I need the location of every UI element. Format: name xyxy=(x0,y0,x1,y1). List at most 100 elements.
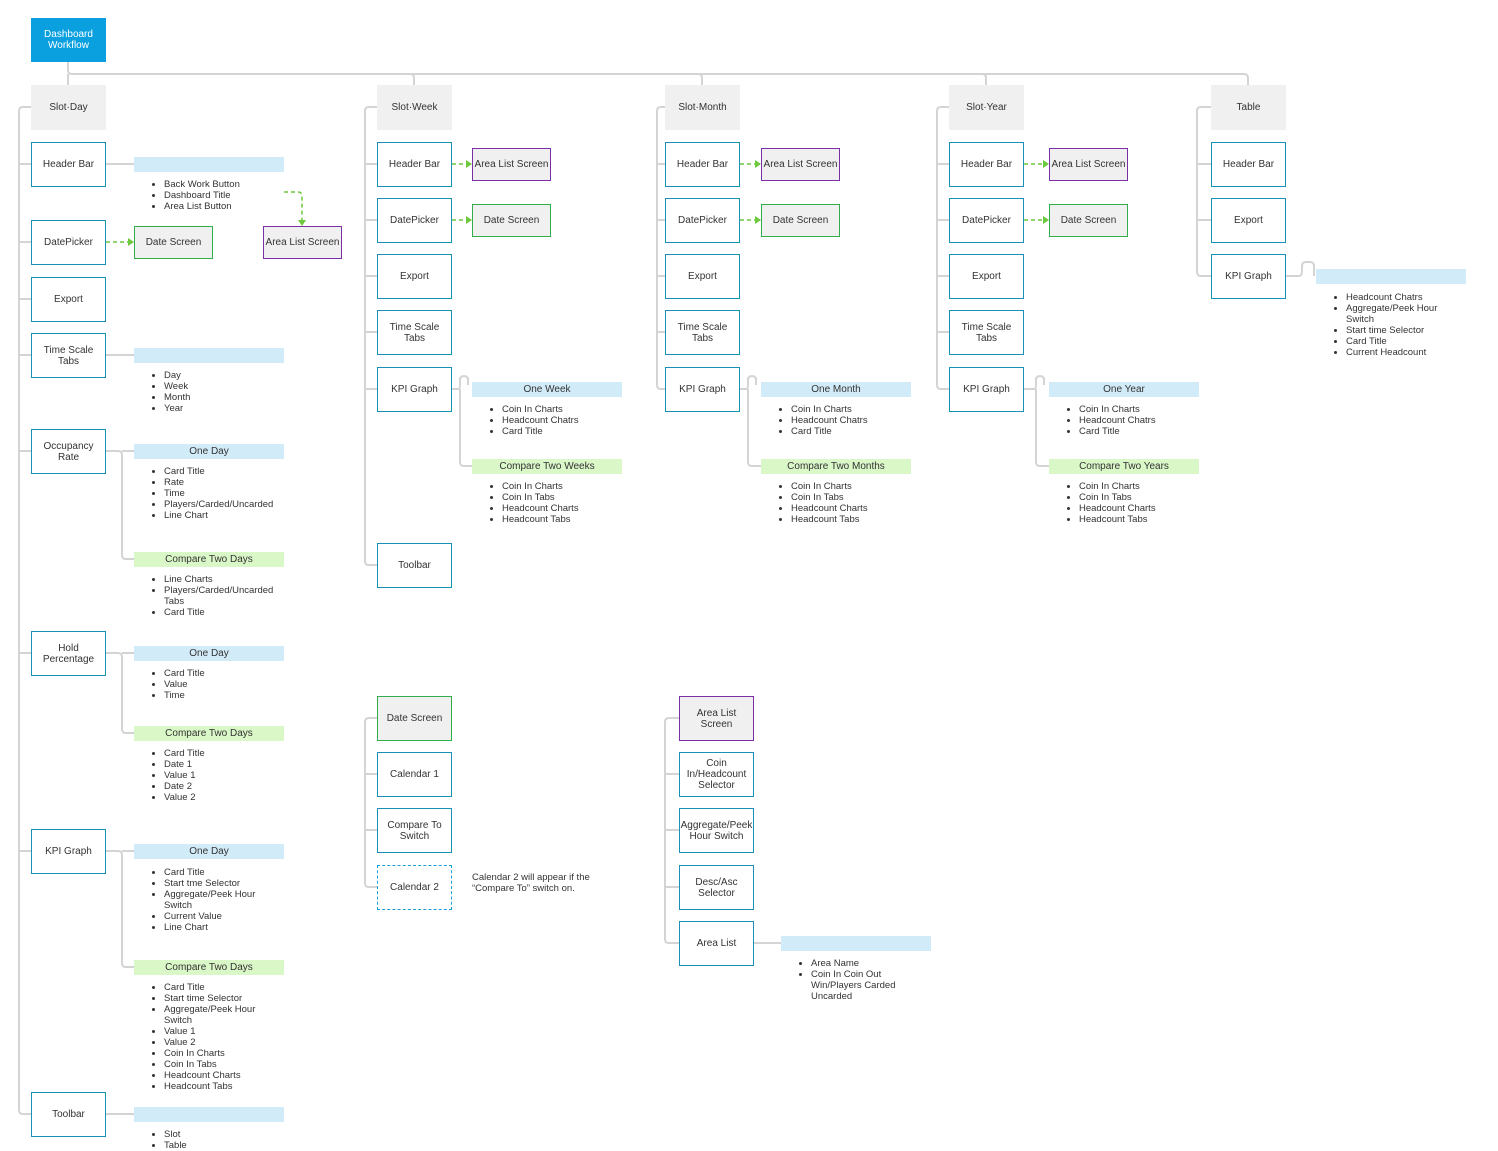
hold-one-day-items: Card Title Value Time xyxy=(134,668,205,701)
slot-day-export[interactable]: Export xyxy=(31,277,106,322)
slot-week-section[interactable]: Slot·Week xyxy=(377,85,452,130)
slot-week-toolbar[interactable]: Toolbar xyxy=(377,543,452,588)
list-item: Headcount Charts xyxy=(791,503,868,514)
area-list-screen-section[interactable]: Area List Screen xyxy=(679,696,754,741)
node-label: Header Bar xyxy=(388,159,441,170)
area-list[interactable]: Area List xyxy=(679,921,754,966)
kpi-one-day-bar: One Day xyxy=(134,844,284,859)
list-item: Date 2 xyxy=(164,781,205,792)
list-item: Headcount Chatrs xyxy=(1346,292,1466,303)
list-item: Value 1 xyxy=(164,1026,284,1037)
area-list-screen-link[interactable]: Area List Screen xyxy=(472,148,551,181)
node-label: DatePicker xyxy=(678,215,727,226)
list-item: Aggregate/Peek Hour Switch xyxy=(1346,303,1466,325)
node-label: Compare To Switch xyxy=(387,819,442,842)
slot-month-time-scale-tabs[interactable]: Time Scale Tabs xyxy=(665,310,740,355)
list-item: Headcount Chatrs xyxy=(791,415,868,426)
slot-week-datepicker[interactable]: DatePicker xyxy=(377,198,452,243)
slot-year-kpi-graph[interactable]: KPI Graph xyxy=(949,367,1024,412)
slot-day-time-scale-tabs[interactable]: Time Scale Tabs xyxy=(31,333,106,378)
date-screen-link[interactable]: Date Screen xyxy=(134,226,213,259)
node-label: Export xyxy=(1234,215,1263,226)
compare-to-switch[interactable]: Compare To Switch xyxy=(377,808,452,853)
calendar-2[interactable]: Calendar 2 xyxy=(377,865,452,910)
list-item: Headcount Charts xyxy=(164,1070,284,1081)
slot-year-header-bar[interactable]: Header Bar xyxy=(949,142,1024,187)
hold-compare-items: Card Title Date 1 Value 1 Date 2 Value 2 xyxy=(134,748,205,803)
slot-day-kpi-graph[interactable]: KPI Graph xyxy=(31,829,106,874)
area-list-screen-link[interactable]: Area List Screen xyxy=(1049,148,1128,181)
table-kpi-graph[interactable]: KPI Graph xyxy=(1211,254,1286,299)
desc-asc-selector[interactable]: Desc/Asc Selector xyxy=(679,865,754,910)
node-label: DatePicker xyxy=(390,215,439,226)
slot-year-section[interactable]: Slot·Year xyxy=(949,85,1024,130)
area-list-screen-link[interactable]: Area List Screen xyxy=(263,226,342,259)
header-bar-detail-bar xyxy=(134,157,284,172)
node-label: Date Screen xyxy=(483,215,540,226)
date-screen-section[interactable]: Date Screen xyxy=(377,696,452,741)
node-label: Area List xyxy=(696,938,737,949)
slot-week-time-scale-tabs[interactable]: Time Scale Tabs xyxy=(377,310,452,355)
slot-month-datepicker[interactable]: DatePicker xyxy=(665,198,740,243)
list-item: Coin In Charts xyxy=(791,481,868,492)
table-export[interactable]: Export xyxy=(1211,198,1286,243)
slot-week-export[interactable]: Export xyxy=(377,254,452,299)
node-label: Calendar 2 xyxy=(390,882,439,893)
list-item: Headcount Tabs xyxy=(502,514,579,525)
list-item: Headcount Tabs xyxy=(1079,514,1156,525)
date-screen-link[interactable]: Date Screen xyxy=(472,204,551,237)
node-label: Time Scale Tabs xyxy=(677,321,728,344)
node-label: Header Bar xyxy=(676,159,729,170)
table-kpi-items: Headcount Chatrs Aggregate/Peek Hour Swi… xyxy=(1316,292,1466,358)
slot-day-hold-percentage[interactable]: Hold Percentage xyxy=(31,631,106,676)
aggregate-peek-hour-switch[interactable]: Aggregate/Peek Hour Switch xyxy=(679,808,754,853)
date-screen-link[interactable]: Date Screen xyxy=(1049,204,1128,237)
slot-month-kpi-graph[interactable]: KPI Graph xyxy=(665,367,740,412)
node-label: KPI Graph xyxy=(45,846,92,857)
header-bar-items: Back Work Button Dashboard Title Area Li… xyxy=(134,179,240,212)
slot-month-section[interactable]: Slot·Month xyxy=(665,85,740,130)
section-label: Slot·Day xyxy=(49,102,88,113)
list-item: Coin In Coin Out Win/Players Carded Unca… xyxy=(811,969,921,1002)
node-label: Calendar 1 xyxy=(390,769,439,780)
node-label: KPI Graph xyxy=(1225,271,1272,282)
list-item: Table xyxy=(164,1140,187,1151)
root-node[interactable]: Dashboard Workflow xyxy=(31,18,106,62)
node-label: Toolbar xyxy=(398,560,431,571)
slot-day-datepicker[interactable]: DatePicker xyxy=(31,220,106,265)
list-item: Headcount Chatrs xyxy=(502,415,579,426)
kpi-compare-years-bar: Compare Two Years xyxy=(1049,459,1199,474)
slot-year-datepicker[interactable]: DatePicker xyxy=(949,198,1024,243)
list-item: Coin In Charts xyxy=(164,1048,284,1059)
list-item: Dashboard Title xyxy=(164,190,240,201)
table-header-bar[interactable]: Header Bar xyxy=(1211,142,1286,187)
node-label: Export xyxy=(400,271,429,282)
list-item: Time xyxy=(164,488,324,499)
list-item: Month xyxy=(164,392,190,403)
list-item: Area Name xyxy=(811,958,921,969)
list-item: Week xyxy=(164,381,190,392)
coin-in-headcount-selector[interactable]: Coin In/Headcount Selector xyxy=(679,752,754,797)
node-label: Area List Screen xyxy=(1051,159,1126,170)
slot-day-header-bar[interactable]: Header Bar xyxy=(31,142,106,187)
kpi-one-week-bar: One Week xyxy=(472,382,622,397)
section-label: Date Screen xyxy=(386,713,443,724)
slot-day-toolbar[interactable]: Toolbar xyxy=(31,1092,106,1137)
slot-week-kpi-graph[interactable]: KPI Graph xyxy=(377,367,452,412)
slot-week-header-bar[interactable]: Header Bar xyxy=(377,142,452,187)
calendar-2-note: Calendar 2 will appear if the “Compare T… xyxy=(472,872,590,894)
node-label: Area List Screen xyxy=(265,237,340,248)
slot-month-export[interactable]: Export xyxy=(665,254,740,299)
slot-day-occupancy-rate[interactable]: Occupancy Rate xyxy=(31,429,106,474)
slot-year-export[interactable]: Export xyxy=(949,254,1024,299)
list-item: Area List Button xyxy=(164,201,240,212)
date-screen-link[interactable]: Date Screen xyxy=(761,204,840,237)
slot-day-section[interactable]: Slot·Day xyxy=(31,85,106,130)
list-item: Card Title xyxy=(1079,426,1156,437)
area-list-screen-link[interactable]: Area List Screen xyxy=(761,148,840,181)
list-item: Card Title xyxy=(502,426,579,437)
slot-month-header-bar[interactable]: Header Bar xyxy=(665,142,740,187)
table-section[interactable]: Table xyxy=(1211,85,1286,130)
calendar-1[interactable]: Calendar 1 xyxy=(377,752,452,797)
slot-year-time-scale-tabs[interactable]: Time Scale Tabs xyxy=(949,310,1024,355)
